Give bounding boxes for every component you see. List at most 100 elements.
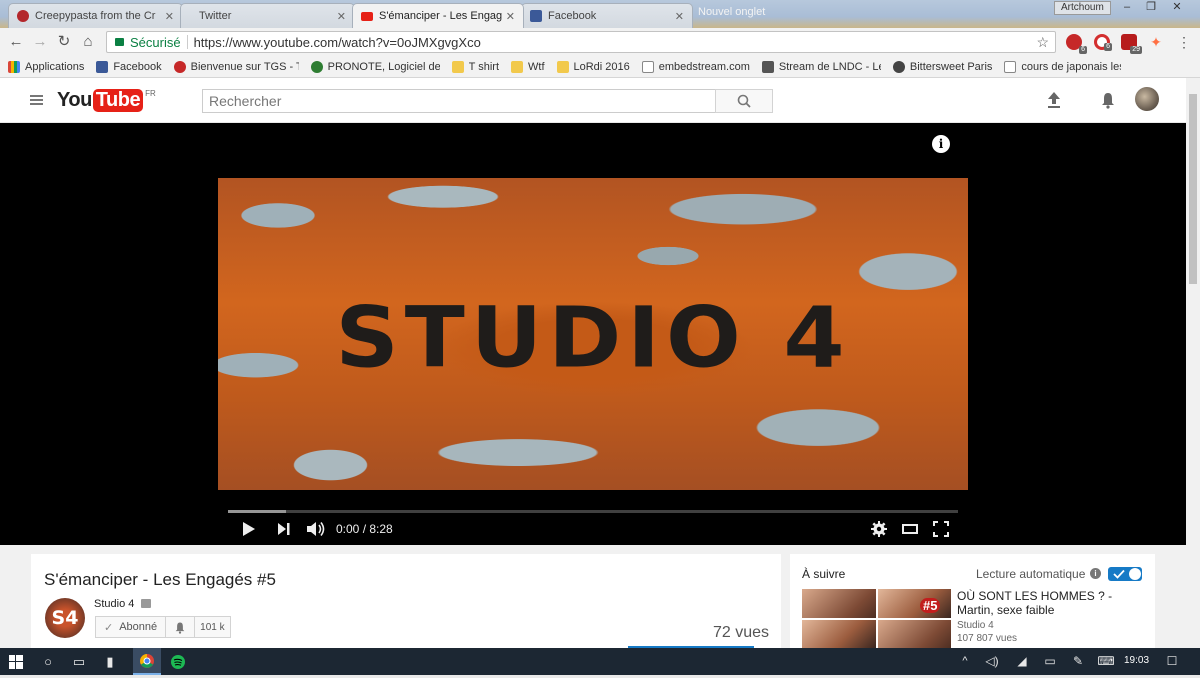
thumbnail-tile xyxy=(802,619,876,648)
bookmark-embedstream[interactable]: embedstream.com xyxy=(641,60,750,73)
secure-label: Sécurisé xyxy=(130,34,181,50)
hamburger-menu-icon[interactable] xyxy=(30,95,43,105)
close-icon[interactable]: ✕ xyxy=(165,10,174,23)
task-view-icon[interactable]: ▭ xyxy=(67,648,91,675)
adblock-extension-icon[interactable]: 6 xyxy=(1066,34,1087,54)
bookmark-folder-tshirt[interactable]: T shirt xyxy=(451,60,499,73)
scroll-thumb[interactable] xyxy=(1189,94,1197,284)
chrome-taskbar-icon[interactable] xyxy=(133,648,161,675)
volume-tray-icon[interactable]: ◁) xyxy=(982,648,1002,675)
close-icon[interactable]: ✕ xyxy=(337,10,346,23)
extension-badge: 6 xyxy=(1104,43,1112,51)
windows-start-icon[interactable] xyxy=(4,648,28,675)
bookmark-pronote[interactable]: PRONOTE, Logiciel de xyxy=(310,60,440,73)
bookmark-facebook[interactable]: Facebook xyxy=(96,60,162,73)
new-tab-ghost[interactable]: Nouvel onglet xyxy=(698,6,765,18)
tgs-icon xyxy=(173,60,186,73)
minimize-icon[interactable]: – xyxy=(1114,0,1140,16)
bookmark-star-icon[interactable]: ☆ xyxy=(1036,34,1049,51)
progress-bar[interactable] xyxy=(228,510,958,513)
theater-mode-icon[interactable] xyxy=(901,520,919,538)
profile-button[interactable]: Artchoum xyxy=(1054,1,1111,15)
puzzle-extension-icon[interactable]: ✦ xyxy=(1148,34,1164,50)
folder-icon xyxy=(511,60,523,73)
bookmark-folder-wtf[interactable]: Wtf xyxy=(511,60,545,73)
back-arrow-icon[interactable]: ← xyxy=(4,30,28,54)
tab-twitter[interactable]: Twitter ✕ xyxy=(180,3,355,28)
battery-icon[interactable]: ▭ xyxy=(1040,648,1060,675)
notification-settings-button[interactable] xyxy=(166,617,196,637)
verified-icon xyxy=(141,599,151,608)
tab-creepypasta[interactable]: Creepypasta from the Cr ✕ xyxy=(8,3,183,28)
home-icon[interactable]: ⌂ xyxy=(76,30,100,54)
subscribe-button[interactable]: ✓ Abonné 101 k xyxy=(95,616,231,638)
creepypasta-favicon-icon xyxy=(17,10,29,22)
chrome-logo-icon xyxy=(140,654,154,668)
chrome-menu-icon[interactable]: ⋮ xyxy=(1176,34,1192,50)
settings-gear-icon[interactable] xyxy=(870,520,888,538)
url-text[interactable]: https://www.youtube.com/watch?v=0oJMXgvg… xyxy=(194,35,481,50)
extension-badge: 29 xyxy=(1130,46,1142,54)
bookmark-applications[interactable]: Applications xyxy=(8,60,85,73)
address-bar[interactable]: Sécurisé https://www.youtube.com/watch?v… xyxy=(106,31,1056,53)
opera-extension-icon[interactable]: 6 xyxy=(1094,34,1112,51)
volume-icon[interactable] xyxy=(306,520,326,538)
keyboard-icon[interactable]: ⌨ xyxy=(1094,648,1118,675)
bookmark-label: Applications xyxy=(25,60,85,73)
bookmark-japonais[interactable]: cours de japonais les xyxy=(1004,60,1121,73)
info-icon[interactable]: i xyxy=(932,135,950,153)
channel-name[interactable]: Studio 4 xyxy=(94,598,134,610)
channel-avatar[interactable]: S4 xyxy=(45,598,85,638)
toggle-knob xyxy=(1129,568,1141,580)
bookmark-label: Wtf xyxy=(528,60,545,73)
ublock-extension-icon[interactable]: 29 xyxy=(1121,34,1142,54)
apps-grid-icon xyxy=(8,60,20,73)
video-player[interactable]: i STUDIO 4 0:00 / 8:28 xyxy=(0,123,1186,545)
bookmark-tgs[interactable]: Bienvenue sur TGS - T xyxy=(173,60,299,73)
spotify-icon[interactable] xyxy=(166,648,190,675)
recommendation-title[interactable]: OÙ SONT LES HOMMES ? - Martin, sexe faib… xyxy=(957,589,1147,617)
upload-icon[interactable] xyxy=(1046,91,1062,109)
youtube-logo[interactable]: You Tube FR xyxy=(57,89,156,112)
play-icon[interactable] xyxy=(241,520,257,538)
buffer-bar xyxy=(228,510,287,513)
subscribed-toggle[interactable]: ✓ Abonné xyxy=(96,617,167,637)
close-icon[interactable]: ✕ xyxy=(675,10,684,23)
bookmark-lndc[interactable]: Stream de LNDC - Le xyxy=(761,60,881,73)
tab-youtube-video[interactable]: S'émanciper - Les Engag ✕ xyxy=(352,3,524,28)
page-scrollbar[interactable] xyxy=(1186,78,1200,648)
chevron-up-icon[interactable]: ^ xyxy=(956,648,974,675)
cortana-icon[interactable]: ○ xyxy=(36,648,60,675)
folder-icon xyxy=(451,60,464,73)
clock[interactable]: 19:03 xyxy=(1124,655,1149,666)
search-button[interactable] xyxy=(715,89,773,113)
info-icon[interactable]: i xyxy=(1090,568,1101,579)
action-center-icon[interactable]: ☐ xyxy=(1160,648,1184,675)
tab-facebook[interactable]: Facebook ✕ xyxy=(521,3,693,28)
notification-bell-icon[interactable] xyxy=(1100,91,1116,109)
fullscreen-icon[interactable] xyxy=(932,520,950,538)
recommendation-channel[interactable]: Studio 4 xyxy=(957,620,994,631)
next-icon[interactable] xyxy=(277,520,291,538)
explorer-icon[interactable]: ▮ xyxy=(98,648,122,675)
close-icon[interactable]: ✕ xyxy=(506,10,515,23)
forward-arrow-icon[interactable]: → xyxy=(28,30,52,54)
restore-icon[interactable]: ❐ xyxy=(1138,0,1164,16)
bookmark-label: T shirt xyxy=(468,60,499,73)
window-close-icon[interactable]: ✕ xyxy=(1164,0,1190,16)
search-input[interactable] xyxy=(202,89,716,113)
bookmark-folder-lordi[interactable]: LoRdi 2016 xyxy=(556,60,630,73)
checkmark-icon: ✓ xyxy=(104,621,114,634)
autoplay-toggle[interactable] xyxy=(1108,567,1142,581)
windows-logo-icon xyxy=(9,655,23,669)
logo-tube: Tube xyxy=(92,89,144,112)
pen-icon[interactable]: ✎ xyxy=(1068,648,1088,675)
wifi-icon[interactable]: ◢ xyxy=(1012,648,1032,675)
bookmark-bittersweet[interactable]: Bittersweet Paris xyxy=(892,60,992,73)
video-frame[interactable]: STUDIO 4 xyxy=(218,178,968,490)
bookmarks-bar: Applications Facebook Bienvenue sur TGS … xyxy=(0,56,1200,78)
user-avatar[interactable] xyxy=(1135,87,1159,111)
reload-icon[interactable]: ↻ xyxy=(52,30,76,54)
tab-label: S'émanciper - Les Engag xyxy=(379,10,502,22)
region-code: FR xyxy=(145,89,156,98)
